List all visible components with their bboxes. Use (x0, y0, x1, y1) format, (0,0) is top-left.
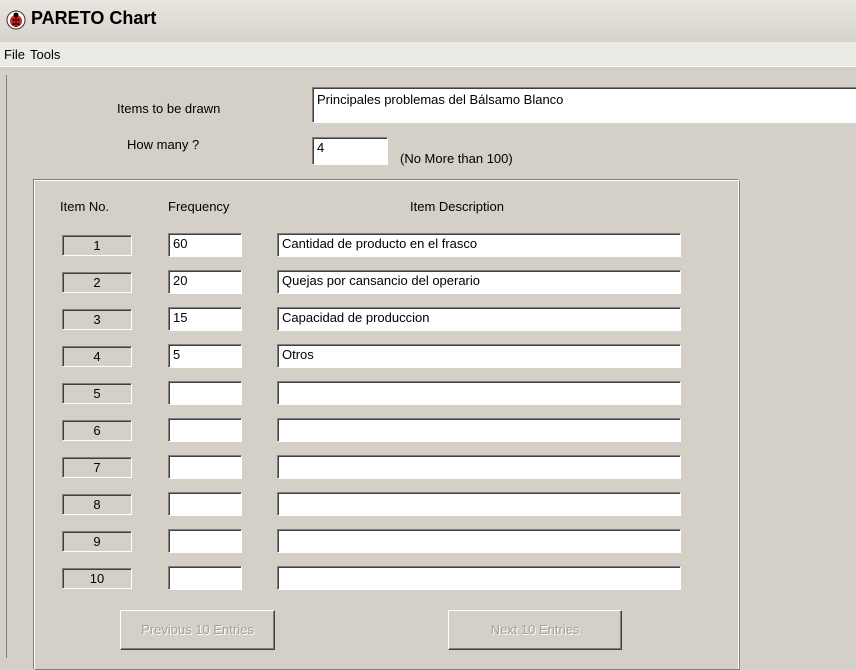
frequency-input[interactable] (168, 455, 242, 479)
description-input[interactable]: Otros (277, 344, 681, 368)
previous-entries-button[interactable]: Previous 10 Entries (120, 610, 275, 650)
items-to-be-drawn-label: Items to be drawn (117, 101, 221, 116)
header-item-description: Item Description (410, 199, 504, 214)
item-number: 3 (62, 309, 132, 330)
frequency-input[interactable]: 20 (168, 270, 242, 294)
description-input[interactable]: Cantidad de producto en el frasco (277, 233, 681, 257)
item-number: 5 (62, 383, 132, 404)
frequency-input[interactable]: 60 (168, 233, 242, 257)
description-input[interactable] (277, 529, 681, 553)
description-input[interactable] (277, 492, 681, 516)
description-input[interactable] (277, 418, 681, 442)
item-number: 8 (62, 494, 132, 515)
next-entries-button[interactable]: Next 10 Entries (448, 610, 622, 650)
frequency-input[interactable] (168, 492, 242, 516)
how-many-input[interactable]: 4 (312, 137, 388, 165)
description-input[interactable] (277, 566, 681, 590)
menu-bar: File Tools (0, 42, 856, 67)
item-number: 6 (62, 420, 132, 441)
description-input[interactable] (277, 381, 681, 405)
description-input[interactable]: Capacidad de produccion (277, 307, 681, 331)
item-number: 7 (62, 457, 132, 478)
item-number: 2 (62, 272, 132, 293)
item-number: 4 (62, 346, 132, 367)
how-many-hint: (No More than 100) (400, 151, 513, 166)
frequency-input[interactable] (168, 381, 242, 405)
description-input[interactable] (277, 455, 681, 479)
frequency-input[interactable] (168, 418, 242, 442)
menu-file[interactable]: File (4, 47, 25, 62)
frequency-input[interactable] (168, 566, 242, 590)
frequency-input[interactable]: 15 (168, 307, 242, 331)
description-input[interactable]: Quejas por cansancio del operario (277, 270, 681, 294)
items-title-input[interactable]: Principales problemas del Bálsamo Blanco (312, 87, 856, 123)
header-frequency: Frequency (168, 199, 230, 214)
client-edge (6, 75, 7, 658)
frequency-input[interactable]: 5 (168, 344, 242, 368)
title-bar: PARETO Chart (0, 0, 856, 42)
frequency-input[interactable] (168, 529, 242, 553)
item-number: 9 (62, 531, 132, 552)
how-many-label: How many ? (127, 137, 200, 152)
item-number: 1 (62, 235, 132, 256)
window-title: PARETO Chart (31, 8, 157, 28)
ladybug-app-icon (6, 10, 26, 30)
menu-tools[interactable]: Tools (30, 47, 60, 62)
header-item-no: Item No. (60, 199, 110, 214)
item-number: 10 (62, 568, 132, 589)
